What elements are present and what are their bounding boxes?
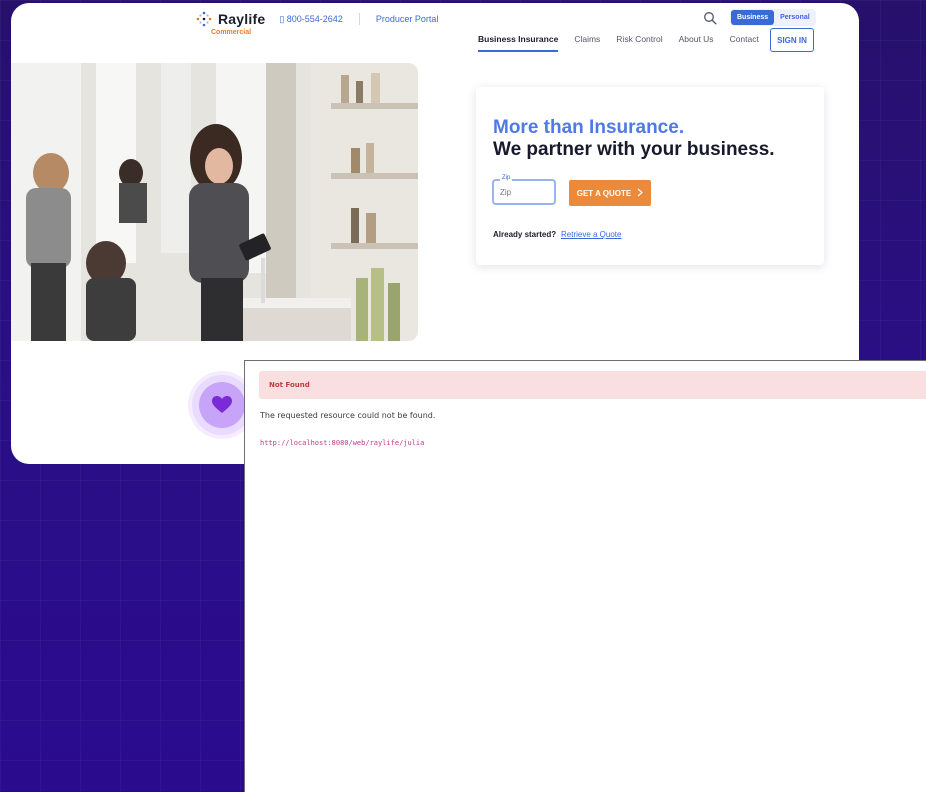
heart-chat-button[interactable] <box>192 375 252 435</box>
hero-image <box>11 63 418 341</box>
zip-field[interactable]: Zip <box>492 175 556 205</box>
heart-icon <box>212 396 232 413</box>
nav-about-us[interactable]: About Us <box>679 34 714 44</box>
not-found-message: The requested resource could not be foun… <box>260 411 436 420</box>
phone-link[interactable]: ▯ 800-554-2642 <box>279 14 343 25</box>
business-personal-toggle[interactable]: Business Personal <box>730 9 816 26</box>
header-divider <box>358 13 360 25</box>
chevron-right-icon <box>637 188 644 199</box>
heart-circle <box>199 382 245 428</box>
search-icon[interactable] <box>703 11 717 25</box>
toggle-personal[interactable]: Personal <box>774 10 816 25</box>
not-found-alert: Not Found <box>259 371 926 399</box>
quote-card: More than Insurance. We partner with you… <box>476 87 824 265</box>
raylife-logo-icon[interactable] <box>196 11 212 27</box>
already-started-text: Already started? <box>493 230 557 239</box>
nav-risk-control[interactable]: Risk Control <box>616 34 662 44</box>
toggle-business[interactable]: Business <box>731 10 775 25</box>
nav-contact[interactable]: Contact <box>730 34 759 44</box>
not-found-page: Not Found The requested resource could n… <box>244 360 926 792</box>
headline-primary: More than Insurance. <box>493 117 685 138</box>
not-found-title: Not Found <box>269 381 310 389</box>
sign-in-button[interactable]: SIGN IN <box>770 28 814 52</box>
nav-business-insurance[interactable]: Business Insurance <box>478 34 559 52</box>
nav-claims[interactable]: Claims <box>574 34 600 44</box>
requested-url: http://localhost:8080/web/raylife/julia <box>260 439 425 447</box>
brand-name[interactable]: Raylife <box>218 11 265 27</box>
brand-subtitle: Commercial <box>211 29 252 36</box>
producer-portal-link[interactable]: Producer Portal <box>376 14 439 24</box>
retrieve-quote-link[interactable]: Retrieve a Quote <box>561 230 621 239</box>
get-a-quote-button[interactable]: GET A QUOTE <box>569 180 651 206</box>
zip-input[interactable] <box>500 188 548 197</box>
brand-bar: Raylife ▯ 800-554-2642 Producer Portal <box>196 11 438 27</box>
get-a-quote-label: GET A QUOTE <box>576 188 632 198</box>
main-nav: Business Insurance Claims Risk Control A… <box>478 34 759 52</box>
zip-label: Zip <box>500 175 513 181</box>
headline-secondary: We partner with your business. <box>493 139 775 160</box>
phone-number: 800-554-2642 <box>286 13 343 24</box>
